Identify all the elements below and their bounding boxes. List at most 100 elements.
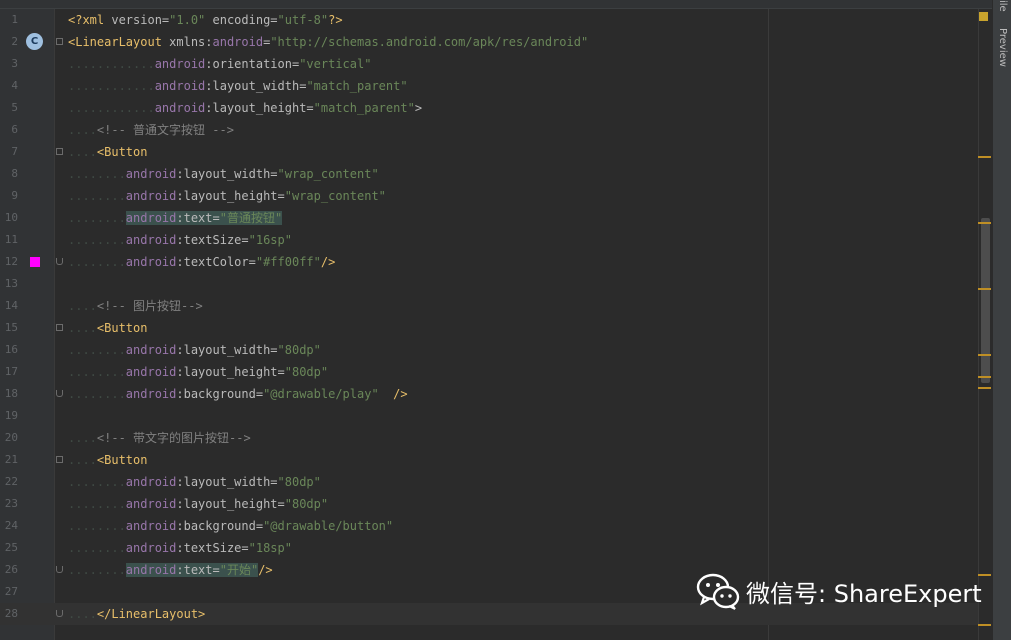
- code-line[interactable]: 9 ........android:layout_height="wrap_con…: [0, 185, 978, 207]
- fold-toggle-icon[interactable]: [56, 610, 63, 617]
- code-line[interactable]: 2 C <LinearLayout xmlns:android="http://sc…: [0, 31, 978, 53]
- code-text[interactable]: ....<!-- 带文字的图片按钮-->: [68, 427, 251, 449]
- code-line[interactable]: 20 ....<!-- 带文字的图片按钮-->: [0, 427, 978, 449]
- code-token: ........: [68, 343, 126, 357]
- code-text[interactable]: ........android:background="@drawable/bu…: [68, 515, 393, 537]
- code-lines[interactable]: 1 <?xml version="1.0" encoding="utf-8"?> 2…: [0, 9, 978, 625]
- code-token: ....: [68, 321, 97, 335]
- fold-toggle-icon[interactable]: [56, 38, 63, 45]
- warning-marker[interactable]: [978, 354, 991, 356]
- line-number: 5: [11, 101, 18, 114]
- code-text[interactable]: ............android:layout_width="match_…: [68, 75, 408, 97]
- code-text[interactable]: <LinearLayout xmlns:android="http://sche…: [68, 31, 588, 53]
- code-text[interactable]: ........android:layout_width="80dp": [68, 339, 321, 361]
- code-text[interactable]: ........android:layout_height="80dp": [68, 361, 328, 383]
- fold-toggle-icon[interactable]: [56, 390, 63, 397]
- fold-toggle-icon[interactable]: [56, 258, 63, 265]
- code-text[interactable]: ....<Button: [68, 449, 147, 471]
- code-line[interactable]: 25 ........android:textSize="18sp": [0, 537, 978, 559]
- code-line[interactable]: 23 ........android:layout_height="80dp": [0, 493, 978, 515]
- code-line[interactable]: 24 ........android:background="@drawable/…: [0, 515, 978, 537]
- inspection-status-icon[interactable]: [979, 12, 988, 21]
- code-token: <?xml: [68, 13, 112, 27]
- code-token: :layout_width=: [176, 343, 278, 357]
- code-line[interactable]: 19: [0, 405, 978, 427]
- code-text[interactable]: ........android:text="普通按钮": [68, 207, 283, 229]
- code-text[interactable]: ....</LinearLayout>: [68, 603, 205, 625]
- code-line[interactable]: 3 ............android:orientation="vertic…: [0, 53, 978, 75]
- code-line[interactable]: 6 ....<!-- 普通文字按钮 -->: [0, 119, 978, 141]
- code-line[interactable]: 10 ........android:text="普通按钮": [0, 207, 978, 229]
- code-token: ....: [68, 299, 97, 313]
- code-token: "80dp": [277, 475, 321, 489]
- code-text[interactable]: ........android:layout_width="80dp": [68, 471, 321, 493]
- code-line[interactable]: 5 ............android:layout_height="matc…: [0, 97, 978, 119]
- code-text[interactable]: ....<Button: [68, 317, 147, 339]
- code-text[interactable]: ........android:textSize="18sp": [68, 537, 292, 559]
- code-line[interactable]: 8 ........android:layout_width="wrap_cont…: [0, 163, 978, 185]
- code-text[interactable]: ........android:layout_height="wrap_cont…: [68, 185, 386, 207]
- code-token: :layout_height=: [176, 189, 285, 203]
- warning-marker[interactable]: [978, 288, 991, 290]
- code-line[interactable]: 1 <?xml version="1.0" encoding="utf-8"?>: [0, 9, 978, 31]
- code-text[interactable]: ............android:orientation="vertica…: [68, 53, 371, 75]
- code-token: "utf-8": [277, 13, 329, 27]
- code-line[interactable]: 7 ....<Button: [0, 141, 978, 163]
- code-token: android: [154, 101, 206, 115]
- warning-marker[interactable]: [978, 156, 991, 158]
- code-text[interactable]: ........android:textSize="16sp": [68, 229, 292, 251]
- code-token: <!-- 带文字的图片按钮-->: [96, 431, 251, 445]
- code-token: <!-- 图片按钮-->: [96, 299, 203, 313]
- code-token: android: [125, 233, 177, 247]
- line-number: 16: [4, 343, 18, 356]
- code-token: :orientation=: [205, 57, 300, 71]
- code-line[interactable]: 12 ........android:textColor="#ff00ff"/>: [0, 251, 978, 273]
- code-token: ............: [68, 79, 155, 93]
- code-line[interactable]: 18 ........android:background="@drawable/…: [0, 383, 978, 405]
- code-line[interactable]: 4 ............android:layout_width="match…: [0, 75, 978, 97]
- code-token: "@drawable/play": [263, 387, 379, 401]
- wechat-watermark: 微信号: ShareExpert: [696, 571, 986, 611]
- code-token: ........: [68, 519, 126, 533]
- warning-marker[interactable]: [978, 376, 991, 378]
- warning-marker[interactable]: [978, 387, 991, 389]
- scrollbar-thumb[interactable]: [981, 218, 990, 383]
- code-text[interactable]: ........android:layout_height="80dp": [68, 493, 328, 515]
- code-token: "@drawable/button": [263, 519, 394, 533]
- sidebar-tab-preview[interactable]: Preview: [994, 28, 1008, 98]
- code-line[interactable]: 13: [0, 273, 978, 295]
- code-text[interactable]: <?xml version="1.0" encoding="utf-8"?>: [68, 9, 343, 31]
- code-line[interactable]: 15 ....<Button: [0, 317, 978, 339]
- line-number: 11: [4, 233, 18, 246]
- code-text[interactable]: ....<!-- 普通文字按钮 -->: [68, 119, 234, 141]
- code-token: android: [212, 35, 264, 49]
- code-line[interactable]: 17 ........android:layout_height="80dp": [0, 361, 978, 383]
- code-line[interactable]: 22 ........android:layout_width="80dp": [0, 471, 978, 493]
- code-text[interactable]: ........android:text="开始"/>: [68, 559, 273, 581]
- xml-code-editor[interactable]: 1 <?xml version="1.0" encoding="utf-8"?> 2…: [0, 0, 1011, 640]
- warning-marker[interactable]: [978, 222, 991, 224]
- code-text[interactable]: ............android:layout_height="match…: [68, 97, 422, 119]
- code-text[interactable]: ........android:background="@drawable/pl…: [68, 383, 408, 405]
- sidebar-tab-file[interactable]: ile: [994, 0, 1008, 14]
- code-line[interactable]: 11 ........android:textSize="16sp": [0, 229, 978, 251]
- fold-toggle-icon[interactable]: [56, 456, 63, 463]
- code-text[interactable]: ....<Button: [68, 141, 147, 163]
- code-text[interactable]: ....<!-- 图片按钮-->: [68, 295, 203, 317]
- code-text[interactable]: ........android:layout_width="wrap_conte…: [68, 163, 379, 185]
- code-line[interactable]: 16 ........android:layout_width="80dp": [0, 339, 978, 361]
- color-preview-swatch[interactable]: [30, 257, 40, 267]
- code-line[interactable]: 14 ....<!-- 图片按钮-->: [0, 295, 978, 317]
- warning-marker[interactable]: [978, 624, 991, 626]
- fold-toggle-icon[interactable]: [56, 324, 63, 331]
- fold-toggle-icon[interactable]: [56, 566, 63, 573]
- fold-toggle-icon[interactable]: [56, 148, 63, 155]
- code-token: "开始": [219, 563, 259, 577]
- code-token: android: [125, 255, 177, 269]
- class-reference-icon[interactable]: C: [26, 33, 43, 50]
- code-text[interactable]: ........android:textColor="#ff00ff"/>: [68, 251, 335, 273]
- line-number: 25: [4, 541, 18, 554]
- line-number: 27: [4, 585, 18, 598]
- code-line[interactable]: 21 ....<Button: [0, 449, 978, 471]
- code-token: :layout_height=: [176, 497, 285, 511]
